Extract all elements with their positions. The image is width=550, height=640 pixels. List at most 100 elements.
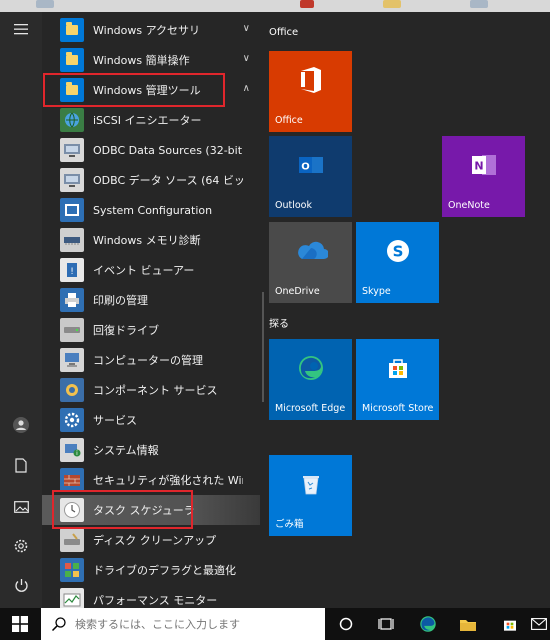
component-services-icon (60, 378, 84, 402)
odbc-icon (60, 168, 84, 192)
store-bag-icon (386, 356, 410, 384)
office-logo-icon (298, 66, 324, 98)
tile-label: Skype (362, 286, 391, 297)
hamburger-menu-icon[interactable] (11, 20, 31, 40)
disk-cleanup-icon (60, 528, 84, 552)
app-component-services[interactable]: コンポーネント サービス (42, 375, 260, 405)
services-gear-icon (60, 408, 84, 432)
start-rail (0, 12, 42, 608)
tile-label: OneDrive (275, 286, 320, 297)
tile-onenote[interactable]: N OneNote (442, 136, 525, 217)
chevron-down-icon[interactable]: ∨ (243, 23, 250, 34)
tile-office[interactable]: Office (269, 51, 352, 132)
app-system-configuration[interactable]: System Configuration (42, 195, 260, 225)
desktop-icon[interactable] (300, 0, 314, 8)
store-bag-icon (504, 620, 516, 631)
app-list-label: ディスク クリーンアップ (93, 534, 217, 547)
tile-label: Outlook (275, 200, 312, 211)
taskbar-search-box[interactable] (41, 608, 325, 640)
mail-icon (531, 618, 547, 630)
onedrive-cloud-icon (294, 241, 329, 265)
app-print-management[interactable]: 印刷の管理 (42, 285, 260, 315)
app-list-label: ドライブのデフラグと最適化 (93, 564, 236, 577)
folder-icon (460, 619, 476, 631)
app-odbc-64[interactable]: ODBC データ ソース (64 ビット) (42, 165, 260, 195)
event-viewer-icon: ! (60, 258, 84, 282)
app-list-label: Windows 管理ツール (93, 84, 201, 97)
app-list-label: ODBC Data Sources (32-bit) (93, 143, 243, 157)
tile-skype[interactable]: S Skype (356, 222, 439, 303)
folder-windows-ease-of-access[interactable]: Windows 簡単操作 ∨ (42, 45, 260, 75)
app-list-label: System Configuration (93, 203, 213, 217)
app-list-label: コンポーネント サービス (93, 384, 218, 397)
app-services[interactable]: サービス (42, 405, 260, 435)
folder-windows-administrative-tools[interactable]: Windows 管理ツール ∧ (42, 75, 260, 105)
tile-outlook[interactable]: O Outlook (269, 136, 352, 217)
app-defragment-optimize[interactable]: ドライブのデフラグと最適化 (42, 555, 260, 585)
app-system-information[interactable]: i システム情報 (42, 435, 260, 465)
tile-group-title[interactable]: 探る (269, 315, 289, 330)
tile-group-title[interactable]: Office (269, 27, 298, 38)
tile-recycle-bin[interactable]: ごみ箱 (269, 455, 352, 536)
desktop-icon[interactable] (383, 0, 401, 8)
user-account-icon[interactable] (11, 416, 31, 436)
tile-label: OneNote (448, 200, 490, 211)
folder-windows-accessories[interactable]: Windows アクセサリ ∨ (42, 15, 260, 45)
taskbar-edge-button[interactable] (412, 608, 444, 640)
taskbar-mail-button[interactable] (528, 608, 550, 640)
cortana-button[interactable] (330, 608, 362, 640)
system-info-icon: i (60, 438, 84, 462)
app-list-label: Windows アクセサリ (93, 24, 201, 37)
app-task-scheduler[interactable]: タスク スケジューラ (42, 495, 260, 525)
app-list-label: コンピューターの管理 (93, 354, 203, 367)
taskbar-file-explorer-button[interactable] (452, 608, 484, 640)
recycle-bin-icon (301, 473, 321, 499)
taskbar-store-button[interactable] (494, 608, 526, 640)
skype-logo-icon: S (385, 238, 411, 268)
svg-text:!: ! (70, 267, 74, 277)
task-view-button[interactable] (370, 608, 402, 640)
tile-label: ごみ箱 (275, 519, 304, 530)
search-input[interactable] (73, 616, 317, 632)
app-windows-memory-diagnostic[interactable]: Windows メモリ診断 (42, 225, 260, 255)
taskbar (0, 608, 550, 640)
app-recovery-drive[interactable]: 回復ドライブ (42, 315, 260, 345)
printer-icon (60, 288, 84, 312)
tile-label: Microsoft Edge (275, 403, 346, 414)
pictures-icon[interactable] (11, 498, 31, 518)
onenote-logo-icon: N (470, 152, 498, 182)
odbc-icon (60, 138, 84, 162)
app-event-viewer[interactable]: ! イベント ビューアー (42, 255, 260, 285)
app-odbc-32[interactable]: ODBC Data Sources (32-bit) (42, 135, 260, 165)
app-disk-cleanup[interactable]: ディスク クリーンアップ (42, 525, 260, 555)
memory-chip-icon (60, 228, 84, 252)
start-button[interactable] (0, 608, 40, 640)
settings-gear-icon[interactable] (11, 538, 31, 558)
app-windows-defender-firewall[interactable]: セキュリティが強化された Windows De... (42, 465, 260, 495)
app-list-label: Windows メモリ診断 (93, 234, 201, 247)
cortana-circle-icon (339, 617, 353, 631)
firewall-icon (60, 468, 84, 492)
edge-logo-icon (420, 616, 436, 632)
chevron-up-icon[interactable]: ∧ (243, 83, 250, 94)
desktop-icon[interactable] (36, 0, 54, 8)
tile-microsoft-edge[interactable]: Microsoft Edge (269, 339, 352, 420)
documents-icon[interactable] (11, 458, 31, 478)
app-iscsi-initiator[interactable]: iSCSI イニシエーター (42, 105, 260, 135)
chevron-down-icon[interactable]: ∨ (243, 53, 250, 64)
svg-text:S: S (392, 242, 403, 260)
app-list-label: サービス (93, 414, 137, 427)
app-list-label: Windows 簡単操作 (93, 54, 190, 67)
power-icon[interactable] (11, 578, 31, 598)
desktop-icon[interactable] (470, 0, 488, 8)
defrag-icon (60, 558, 84, 582)
app-computer-management[interactable]: コンピューターの管理 (42, 345, 260, 375)
app-list-label: 回復ドライブ (93, 324, 159, 337)
tile-onedrive[interactable]: OneDrive (269, 222, 352, 303)
app-list-label: ODBC データ ソース (64 ビット) (93, 174, 243, 187)
tile-label: Office (275, 115, 303, 126)
tile-microsoft-store[interactable]: Microsoft Store (356, 339, 439, 420)
app-list-label: セキュリティが強化された Windows De... (93, 474, 243, 487)
app-list-label: タスク スケジューラ (93, 504, 195, 517)
windows-logo-icon (12, 616, 28, 632)
